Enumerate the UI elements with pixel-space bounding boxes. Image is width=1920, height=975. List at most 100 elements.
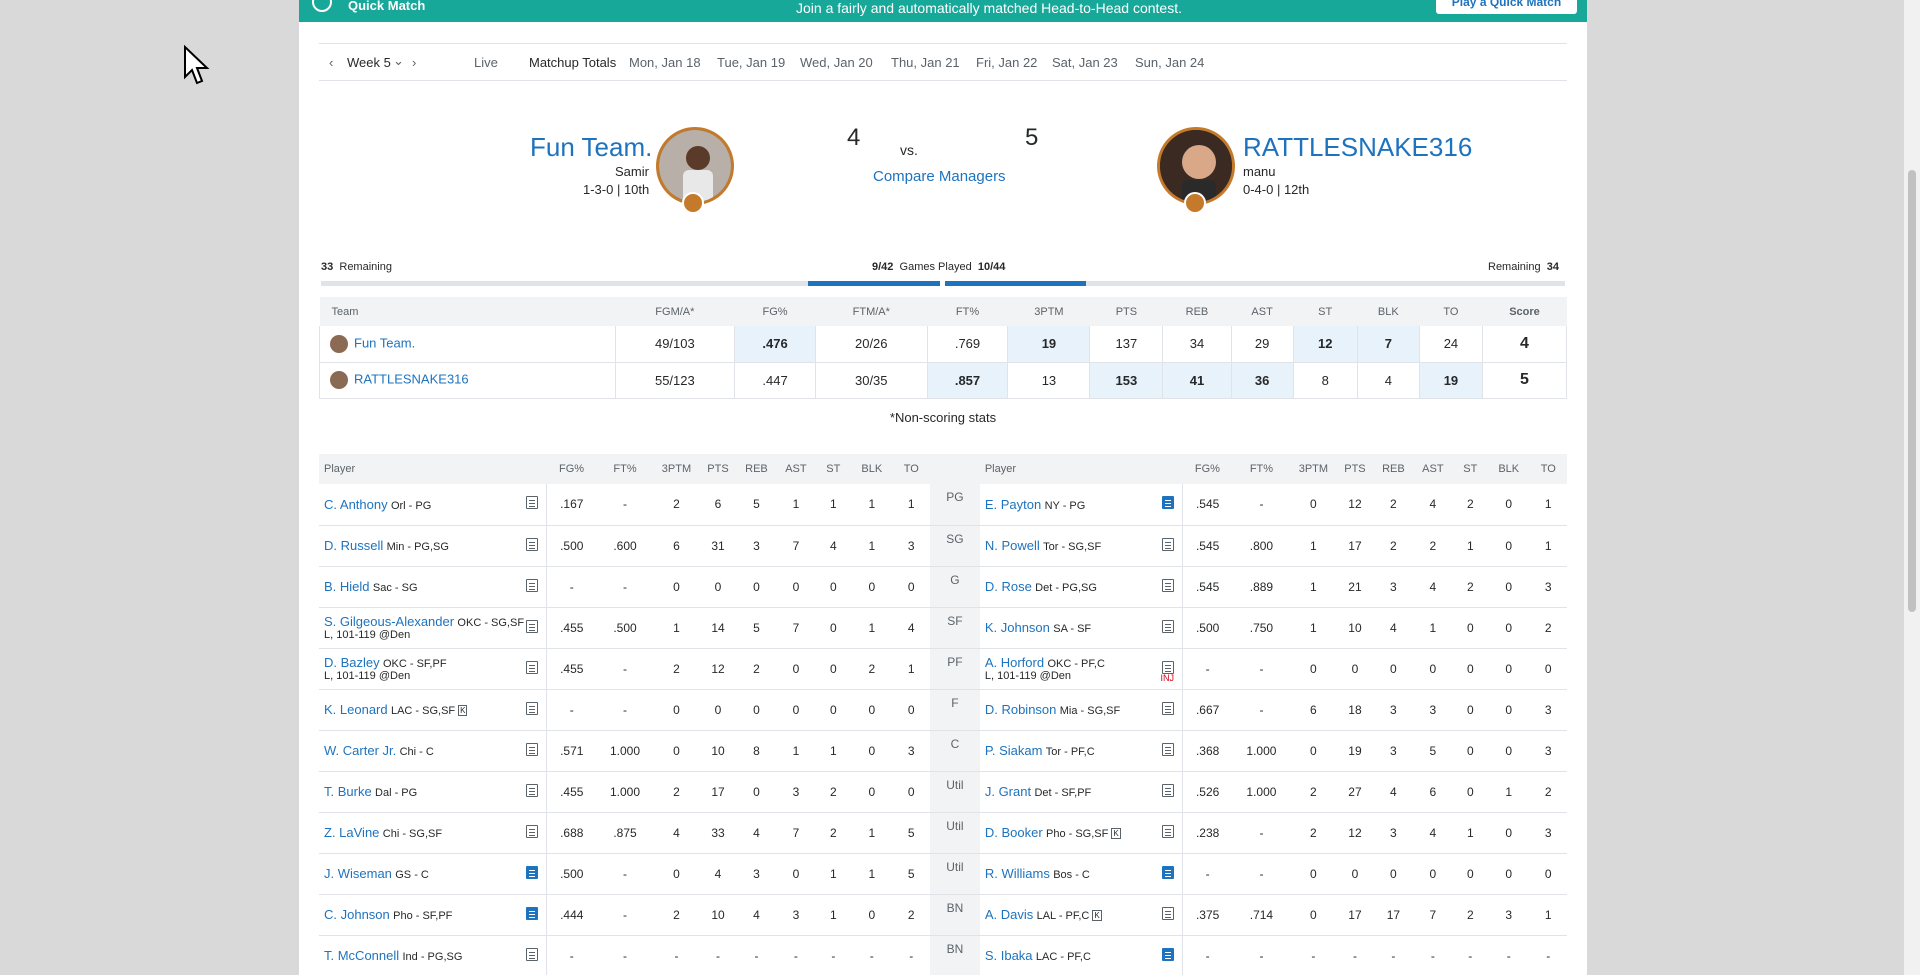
- player-name-link[interactable]: J. Grant: [985, 784, 1031, 799]
- player-cell: B. Hield Sac - SG: [319, 566, 548, 608]
- player-stat: 0: [1290, 730, 1337, 772]
- player-note-icon[interactable]: [1161, 660, 1174, 674]
- player-note-icon[interactable]: [1161, 578, 1174, 592]
- player-note-icon[interactable]: [1161, 619, 1174, 633]
- player-stat: .167: [546, 484, 597, 526]
- roster-position: BN: [929, 894, 980, 936]
- tab-date[interactable]: Tue, Jan 19: [717, 55, 785, 70]
- player-note-icon[interactable]: [1161, 783, 1174, 797]
- player-note-icon[interactable]: [1161, 947, 1174, 961]
- player-note-icon[interactable]: [1161, 865, 1174, 879]
- player-name-link[interactable]: T. Burke: [324, 784, 372, 799]
- summary-row: Fun Team. 49/103.476 20/26.769 19 137 34 29 12 7…: [319, 326, 1568, 363]
- quick-match-banner[interactable]: Quick Match Join a fairly and automatica…: [299, 0, 1587, 22]
- next-week-icon[interactable]: ›: [412, 55, 416, 70]
- player-note-icon[interactable]: [526, 660, 539, 674]
- player-name-link[interactable]: K. Johnson: [985, 620, 1050, 635]
- player-name-link[interactable]: N. Powell: [985, 538, 1040, 553]
- table-row: B. Hield Sac - SG - -0 0 0 0 0 0 0 G D. Rose Det -…: [319, 566, 1567, 608]
- player-name-link[interactable]: P. Siakam: [985, 743, 1043, 758]
- player-cell: T. McConnell Ind - PG,SG: [319, 935, 548, 975]
- player-name-link[interactable]: D. Booker: [985, 825, 1043, 840]
- player-name-link[interactable]: A. Horford: [985, 655, 1044, 670]
- tab-date[interactable]: Fri, Jan 22: [976, 55, 1037, 70]
- page-scrollbar[interactable]: [1904, 0, 1920, 975]
- player-name-link[interactable]: Z. LaVine: [324, 825, 379, 840]
- player-note-icon[interactable]: [526, 701, 539, 715]
- player-note-icon[interactable]: [526, 619, 539, 633]
- player-stat: 5: [892, 853, 930, 895]
- play-quick-match-button[interactable]: Play a Quick Match: [1436, 0, 1577, 14]
- player-note-icon[interactable]: [526, 537, 539, 551]
- player-stat: 3: [1373, 812, 1414, 854]
- player-note-icon[interactable]: [1161, 824, 1174, 838]
- player-stat: 0: [1487, 525, 1530, 567]
- player-note-icon[interactable]: [526, 865, 539, 879]
- column-header: TO: [892, 454, 930, 484]
- player-note-icon[interactable]: [1161, 742, 1174, 756]
- player-stat: 0: [1290, 894, 1337, 936]
- tab-date[interactable]: Sun, Jan 24: [1135, 55, 1204, 70]
- player-name-link[interactable]: T. McConnell: [324, 948, 399, 963]
- right-team-name[interactable]: RATTLESNAKE316: [1243, 132, 1472, 163]
- player-name-link[interactable]: K. Leonard: [324, 702, 388, 717]
- player-name-link[interactable]: C. Johnson: [324, 907, 390, 922]
- player-note-icon[interactable]: [526, 947, 539, 961]
- summary-team-name[interactable]: Fun Team.: [354, 335, 415, 350]
- player-note-icon[interactable]: [1161, 906, 1174, 920]
- right-team-badge-icon: [1184, 192, 1206, 214]
- player-name-link[interactable]: B. Hield: [324, 579, 370, 594]
- scrollbar-thumb[interactable]: [1908, 170, 1916, 612]
- tab-date[interactable]: Sat, Jan 23: [1052, 55, 1118, 70]
- summary-stat: .857: [926, 362, 1008, 399]
- player-name-link[interactable]: S. Ibaka: [985, 948, 1033, 963]
- player-note-icon[interactable]: [526, 824, 539, 838]
- player-stat: 0: [776, 689, 816, 731]
- column-header: REB: [736, 454, 777, 484]
- summary-stat: 30/35: [815, 362, 928, 399]
- player-note-icon[interactable]: [1161, 496, 1174, 509]
- player-name-link[interactable]: E. Payton: [985, 497, 1041, 512]
- summary-team-cell[interactable]: Fun Team.: [319, 326, 616, 363]
- left-team-name[interactable]: Fun Team.: [530, 132, 652, 163]
- player-team-position: OKC - PF,C: [1047, 658, 1105, 670]
- player-stat: 1: [1487, 771, 1530, 813]
- player-note-icon[interactable]: [526, 578, 539, 592]
- tab-date[interactable]: Thu, Jan 21: [891, 55, 960, 70]
- player-name-link[interactable]: A. Davis: [985, 907, 1033, 922]
- summary-team-name[interactable]: RATTLESNAKE316: [354, 371, 469, 386]
- player-note-icon[interactable]: [1161, 701, 1174, 715]
- player-game-result: L, 101-119 @Den: [984, 670, 1072, 682]
- player-stat: 1: [892, 484, 930, 526]
- player-stat: 10: [699, 894, 737, 936]
- player-name-link[interactable]: C. Anthony: [324, 497, 388, 512]
- column-header: BLK: [851, 454, 893, 484]
- player-name-link[interactable]: R. Williams: [985, 866, 1050, 881]
- player-name-link[interactable]: D. Rose: [985, 579, 1032, 594]
- player-stat: -: [736, 935, 777, 975]
- week-selector[interactable]: Week 5: [347, 55, 391, 70]
- player-stat: 0: [1290, 484, 1337, 526]
- player-name-link[interactable]: W. Carter Jr.: [324, 743, 396, 758]
- player-note-icon[interactable]: [526, 742, 539, 756]
- tab-matchup-totals[interactable]: Matchup Totals: [529, 55, 616, 70]
- player-name-link[interactable]: S. Gilgeous-Alexander: [324, 614, 454, 629]
- player-name-link[interactable]: D. Bazley: [324, 655, 380, 670]
- player-name-link[interactable]: J. Wiseman: [324, 866, 392, 881]
- player-name-link[interactable]: D. Robinson: [985, 702, 1057, 717]
- tab-live[interactable]: Live: [474, 55, 498, 70]
- player-name-link[interactable]: D. Russell: [324, 538, 383, 553]
- tab-date[interactable]: Mon, Jan 18: [629, 55, 701, 70]
- player-note-icon[interactable]: [526, 906, 539, 920]
- summary-stat: 4: [1356, 362, 1420, 399]
- player-note-icon[interactable]: [526, 496, 539, 509]
- player-stat: 0: [1529, 853, 1567, 895]
- chevron-down-icon[interactable]: ⌄: [393, 53, 404, 69]
- player-stat: .500: [596, 607, 654, 649]
- tab-date[interactable]: Wed, Jan 20: [800, 55, 873, 70]
- player-note-icon[interactable]: [1161, 537, 1174, 551]
- summary-team-cell[interactable]: RATTLESNAKE316: [319, 362, 616, 399]
- prev-week-icon[interactable]: ‹: [329, 55, 333, 70]
- compare-managers-link[interactable]: Compare Managers: [873, 168, 1006, 185]
- player-note-icon[interactable]: [526, 783, 539, 797]
